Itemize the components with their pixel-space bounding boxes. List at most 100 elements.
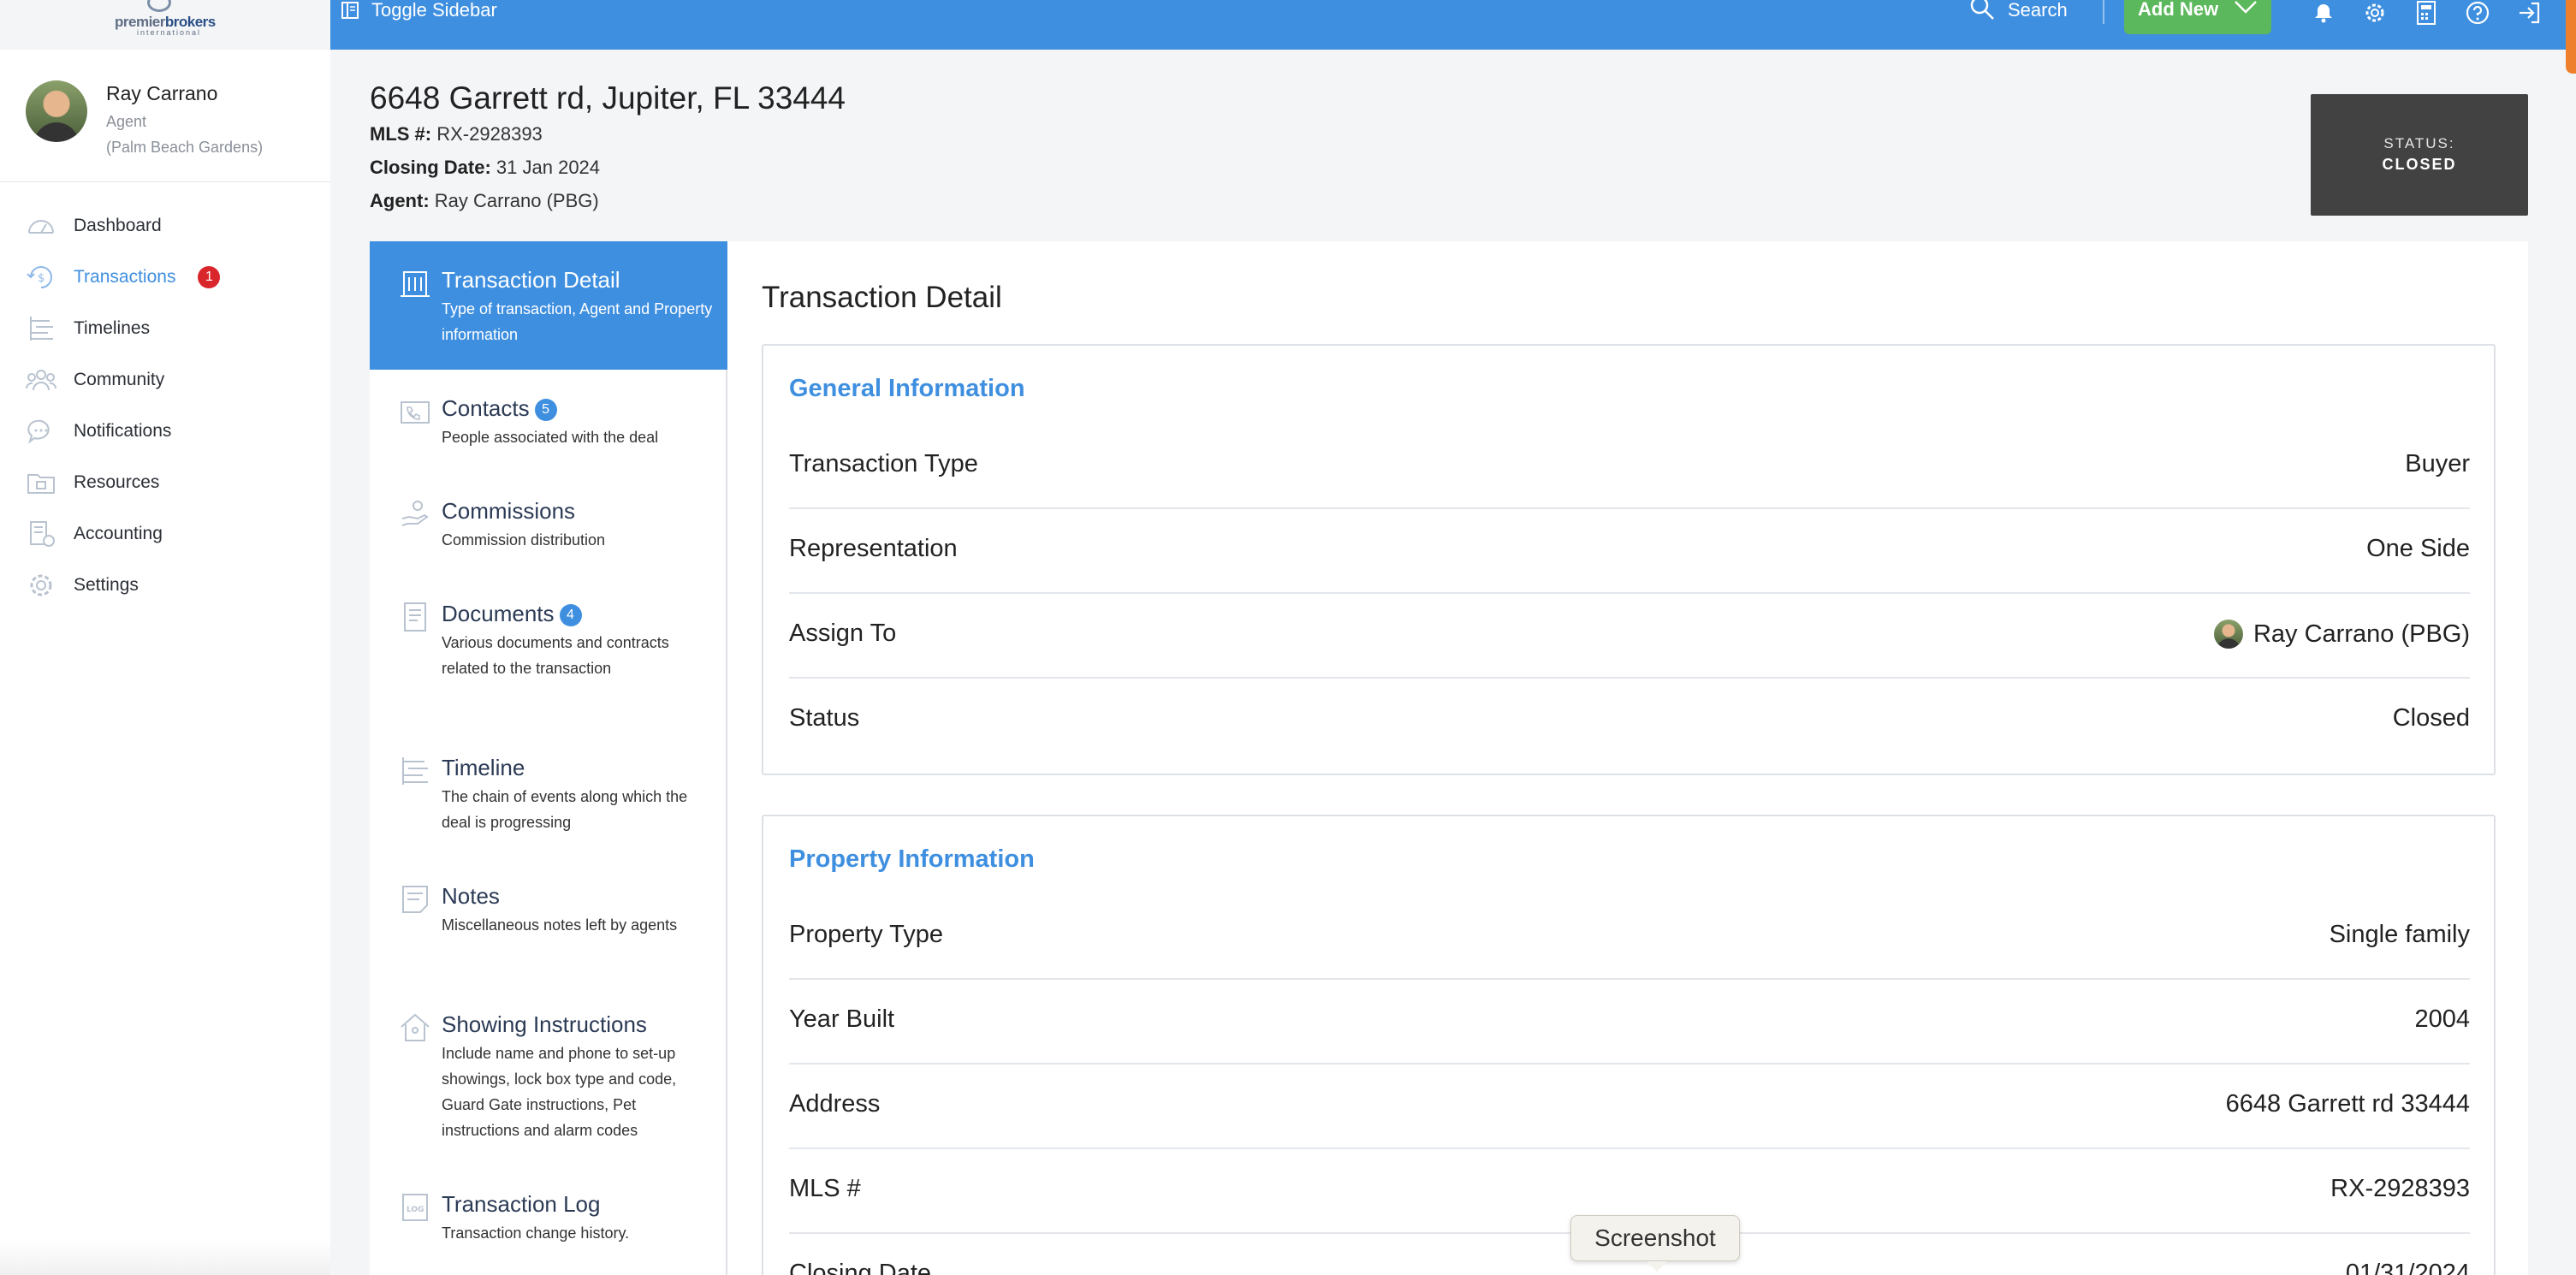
contacts-count-badge: 5 xyxy=(534,399,557,421)
row-label: Status xyxy=(789,704,860,732)
section-item-transaction-log[interactable]: LOG Transaction Log Transaction change h… xyxy=(370,1165,727,1275)
notifications-icon xyxy=(27,419,50,444)
sidebar-item-settings[interactable]: Settings xyxy=(26,560,317,611)
bell-icon xyxy=(2315,4,2332,23)
section-description: Commission distribution xyxy=(442,531,606,549)
accounting-icon xyxy=(30,521,55,547)
property-information-heading: Property Information xyxy=(789,845,1035,873)
dashboard-icon xyxy=(28,220,54,234)
search-icon xyxy=(1970,0,1994,20)
detail-row-property-type: Property Type Single family xyxy=(789,895,2470,980)
sidebar-item-timelines[interactable]: Timelines xyxy=(26,303,317,354)
sidebar-item-community[interactable]: Community xyxy=(26,354,317,406)
assignee-avatar xyxy=(2213,620,2243,649)
notifications-bell-button[interactable] xyxy=(2311,0,2336,26)
section-description: People associated with the deal xyxy=(442,429,659,446)
sidebar-item-label: Resources xyxy=(74,472,160,492)
user-office: (Palm Beach Gardens) xyxy=(106,139,264,156)
brand-logo[interactable]: premierbrokers international xyxy=(0,0,330,50)
settings-button[interactable] xyxy=(2362,0,2388,26)
row-label: Year Built xyxy=(789,1005,895,1033)
row-value: 01/31/2024 xyxy=(2345,1260,2470,1275)
notes-icon xyxy=(399,883,431,916)
sidebar-item-transactions[interactable]: $ Transactions 1 xyxy=(26,252,317,303)
section-nav: Transaction Detail Type of transaction, … xyxy=(370,241,727,1275)
section-title: Notes xyxy=(442,883,500,909)
user-role: Agent xyxy=(106,113,147,130)
detail-title: Transaction Detail xyxy=(762,281,1002,314)
section-item-documents[interactable]: Documents 4 Various documents and contrac… xyxy=(370,575,727,729)
house-icon xyxy=(399,1011,431,1044)
search-button[interactable]: Search xyxy=(1968,0,2068,21)
timeline-icon xyxy=(399,755,431,787)
help-icon xyxy=(2466,1,2490,25)
toggle-sidebar-button[interactable]: Toggle Sidebar xyxy=(341,0,497,21)
community-icon xyxy=(26,370,56,391)
toggle-sidebar-label: Toggle Sidebar xyxy=(371,0,497,21)
closing-date-label: Closing Date: xyxy=(370,157,491,178)
gear-icon xyxy=(2365,3,2384,22)
general-information-card: General Information Transaction Type Buy… xyxy=(762,344,2496,775)
section-description: Various documents and contracts related … xyxy=(442,634,669,677)
sidebar-item-resources[interactable]: Resources xyxy=(26,457,317,508)
add-new-label: Add New xyxy=(2138,0,2219,20)
assignee[interactable]: Ray Carrano (PBG) xyxy=(2213,620,2470,649)
property-information-card: Property Information Property Type Singl… xyxy=(762,815,2496,1275)
resources-icon xyxy=(27,474,55,494)
closing-date-info: Closing Date: 31 Jan 2024 xyxy=(370,157,600,179)
svg-text:LOG: LOG xyxy=(407,1206,424,1214)
logo-subtitle: international xyxy=(137,28,202,37)
section-item-commissions[interactable]: Commissions Commission distribution xyxy=(370,472,727,575)
sidebar-item-label: Settings xyxy=(74,575,139,595)
row-value: RX-2928393 xyxy=(2330,1175,2470,1202)
transactions-count-badge: 1 xyxy=(198,266,221,288)
section-title: Contacts xyxy=(442,395,530,421)
agent-value: Ray Carrano (PBG) xyxy=(434,190,599,211)
transaction-detail-panel: Transaction Detail General Information T… xyxy=(727,241,2528,1275)
detail-row-assign-to: Assign To Ray Carrano (PBG) xyxy=(789,594,2470,679)
help-button[interactable] xyxy=(2465,0,2490,26)
add-new-button[interactable]: Add New xyxy=(2124,0,2271,34)
user-profile[interactable]: Ray Carrano Agent (Palm Beach Gardens) xyxy=(26,80,317,200)
row-value: 6648 Garrett rd 33444 xyxy=(2225,1090,2470,1118)
detail-row-status: Status Closed xyxy=(789,679,2470,763)
mls-value: RX-2928393 xyxy=(436,123,543,145)
contacts-phone-icon xyxy=(399,395,431,428)
scroll-accent xyxy=(2566,0,2576,74)
section-item-contacts[interactable]: Contacts 5 People associated with the dea… xyxy=(370,370,727,472)
detail-row-address: Address 6648 Garrett rd 33444 xyxy=(789,1064,2470,1149)
timelines-icon xyxy=(30,317,53,341)
row-label: Address xyxy=(789,1090,881,1118)
row-value: Buyer xyxy=(2405,450,2470,477)
section-description: Type of transaction, Agent and Property … xyxy=(442,300,713,343)
section-description: Miscellaneous notes left by agents xyxy=(442,916,678,934)
section-item-showing-instructions[interactable]: Showing Instructions Include name and ph… xyxy=(370,986,727,1165)
section-title: Transaction Detail xyxy=(442,267,620,293)
calculator-button[interactable] xyxy=(2413,0,2439,26)
settings-icon xyxy=(30,574,52,596)
row-label: Property Type xyxy=(789,921,944,948)
assignee-name: Ray Carrano (PBG) xyxy=(2253,620,2470,648)
section-title: Commissions xyxy=(442,498,576,524)
sidebar-item-accounting[interactable]: Accounting xyxy=(26,508,317,560)
calculator-icon xyxy=(2417,1,2436,25)
section-item-notes[interactable]: Notes Miscellaneous notes left by agents xyxy=(370,857,727,986)
section-item-timeline[interactable]: Timeline The chain of events along which… xyxy=(370,729,727,857)
section-item-transaction-detail[interactable]: Transaction Detail Type of transaction, … xyxy=(370,241,727,370)
agent-info: Agent: Ray Carrano (PBG) xyxy=(370,190,599,212)
sidebar-item-notifications[interactable]: Notifications xyxy=(26,406,317,457)
sidebar-item-label: Transactions xyxy=(74,267,176,287)
section-title: Documents xyxy=(442,601,555,626)
section-title: Transaction Log xyxy=(442,1191,601,1217)
user-name: Ray Carrano xyxy=(106,82,218,104)
search-label: Search xyxy=(2008,0,2068,21)
section-title: Timeline xyxy=(442,755,525,780)
sidebar-item-label: Accounting xyxy=(74,524,163,543)
detail-row-year-built: Year Built 2004 xyxy=(789,980,2470,1064)
sidebar-divider xyxy=(0,181,330,182)
document-icon xyxy=(399,601,431,633)
log-icon: LOG xyxy=(399,1191,431,1224)
logout-button[interactable] xyxy=(2516,0,2542,26)
chevron-down-icon xyxy=(2235,1,2258,14)
sidebar-item-dashboard[interactable]: Dashboard xyxy=(26,200,317,252)
